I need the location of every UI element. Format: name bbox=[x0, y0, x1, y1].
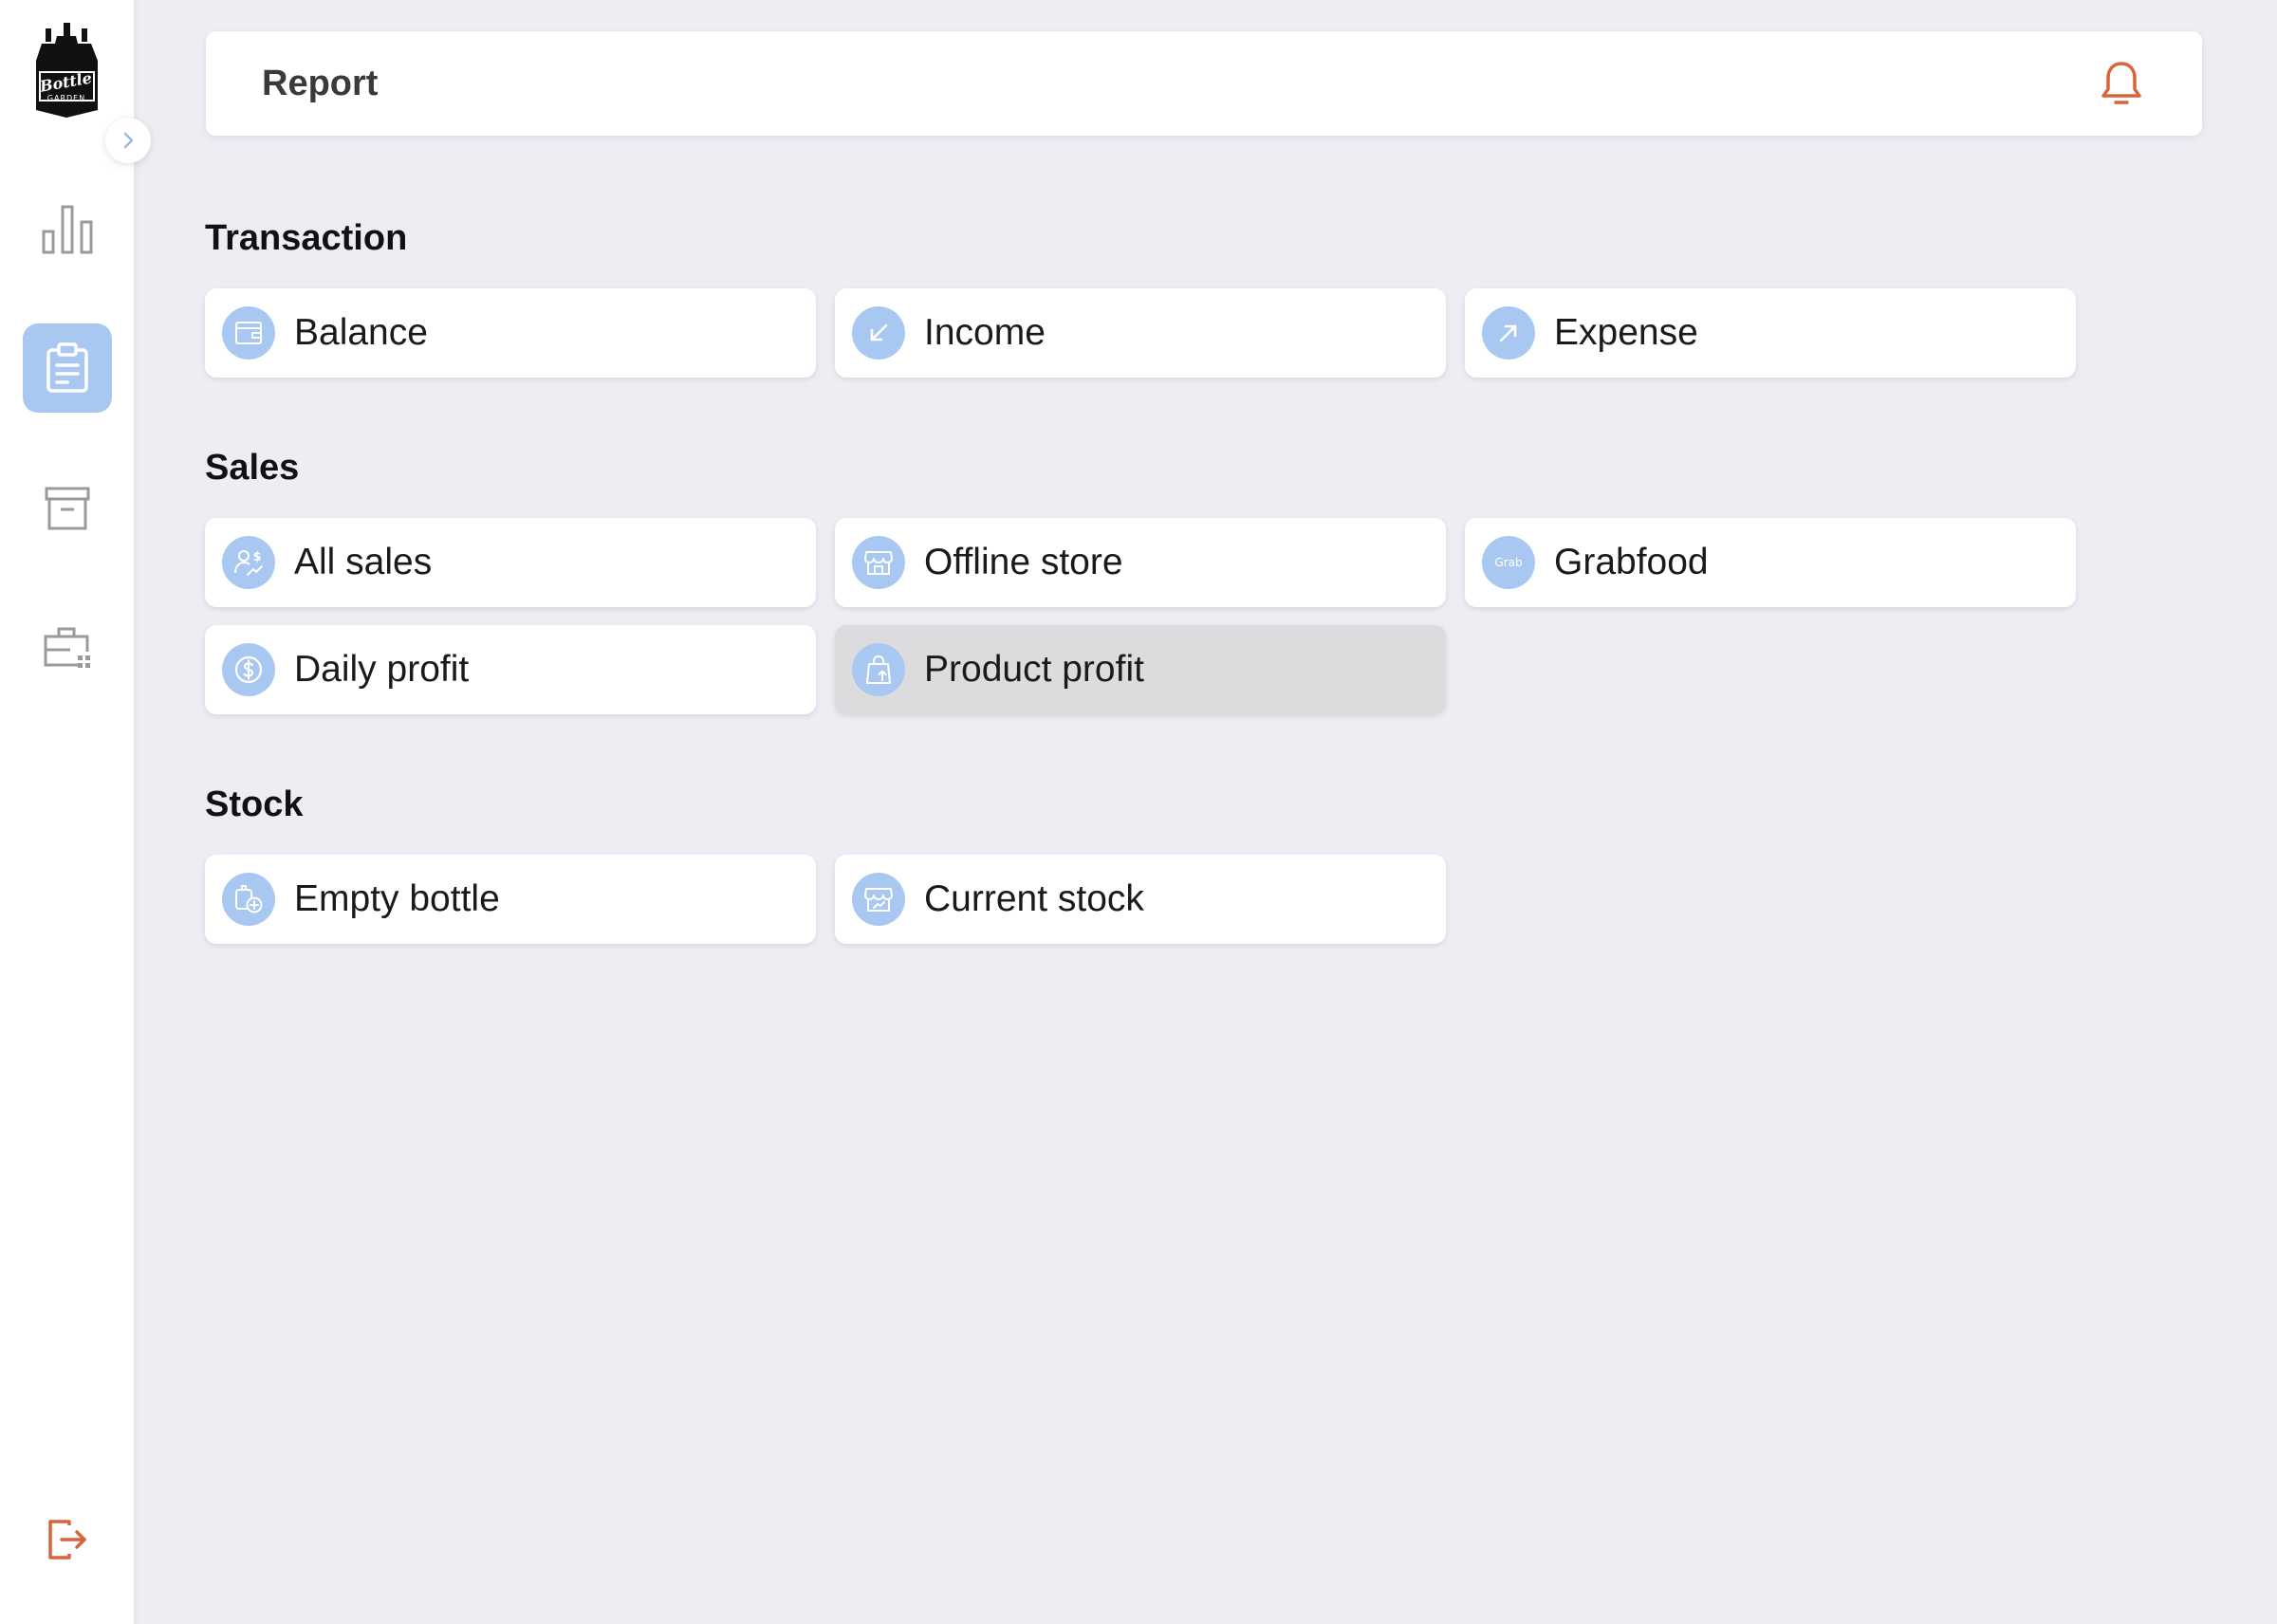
grab-icon: Grab bbox=[1482, 536, 1535, 589]
notification-button[interactable] bbox=[2098, 60, 2145, 107]
report-card-daily-profit[interactable]: Daily profit bbox=[205, 625, 816, 714]
sidebar-item-business[interactable] bbox=[23, 604, 112, 693]
top-header: Report bbox=[206, 31, 2202, 136]
users-dollar-icon: $ bbox=[222, 536, 275, 589]
svg-text:$: $ bbox=[252, 550, 261, 564]
arrow-down-left-icon bbox=[852, 306, 905, 360]
report-card-label: Product profit bbox=[924, 649, 1144, 690]
briefcase-icon bbox=[44, 627, 90, 668]
sidebar-item-dashboard[interactable] bbox=[23, 185, 112, 274]
bell-icon bbox=[2101, 62, 2141, 104]
section-title-sales: Sales bbox=[205, 448, 300, 488]
shopping-bag-up-icon bbox=[852, 643, 905, 696]
report-card-current-stock[interactable]: Current stock bbox=[835, 855, 1446, 944]
grab-icon-text: Grab bbox=[1494, 556, 1522, 569]
report-card-income[interactable]: Income bbox=[835, 288, 1446, 378]
report-card-balance[interactable]: Balance bbox=[205, 288, 816, 378]
store-icon bbox=[852, 536, 905, 589]
clipboard-icon bbox=[46, 342, 88, 393]
bottle-add-icon bbox=[222, 873, 275, 926]
report-card-label: Grabfood bbox=[1554, 542, 1709, 582]
section-title-stock: Stock bbox=[205, 784, 304, 824]
logo-text-garden: GARDEN bbox=[47, 94, 85, 102]
dollar-circle-icon bbox=[222, 643, 275, 696]
report-card-label: All sales bbox=[294, 542, 433, 582]
logout-button[interactable] bbox=[42, 1514, 93, 1565]
report-card-label: Expense bbox=[1554, 312, 1698, 353]
sidebar-expand-button[interactable] bbox=[105, 118, 151, 163]
sidebar-item-archive[interactable] bbox=[23, 464, 112, 553]
chevron-right-icon bbox=[123, 132, 134, 149]
report-card-offline-store[interactable]: Offline store bbox=[835, 518, 1446, 607]
wallet-icon bbox=[222, 306, 275, 360]
archive-icon bbox=[45, 487, 90, 530]
report-card-expense[interactable]: Expense bbox=[1465, 288, 2076, 378]
arrow-up-right-icon bbox=[1482, 306, 1535, 360]
report-card-label: Offline store bbox=[924, 542, 1123, 582]
report-card-label: Current stock bbox=[924, 878, 1144, 919]
logout-icon bbox=[48, 1520, 86, 1559]
report-card-product-profit[interactable]: Product profit bbox=[835, 625, 1446, 714]
bar-chart-icon bbox=[42, 205, 93, 254]
report-card-empty-bottle[interactable]: Empty bottle bbox=[205, 855, 816, 944]
page-title: Report bbox=[262, 64, 379, 103]
report-card-label: Balance bbox=[294, 312, 428, 353]
report-card-label: Empty bottle bbox=[294, 878, 500, 919]
report-card-grabfood[interactable]: Grab Grabfood bbox=[1465, 518, 2076, 607]
section-title-transaction: Transaction bbox=[205, 218, 408, 258]
stock-store-icon bbox=[852, 873, 905, 926]
sidebar-item-report[interactable] bbox=[23, 323, 112, 413]
report-card-label: Income bbox=[924, 312, 1046, 353]
report-card-label: Daily profit bbox=[294, 649, 470, 690]
report-card-all-sales[interactable]: $ All sales bbox=[205, 518, 816, 607]
bottle-garden-logo[interactable]: Bottle GARDEN bbox=[32, 23, 102, 118]
